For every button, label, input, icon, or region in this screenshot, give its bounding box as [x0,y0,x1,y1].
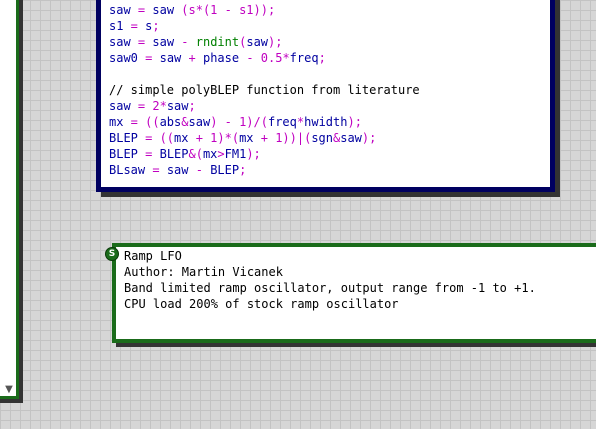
code-token: + 1)*( [188,131,240,145]
comment-line: Author: Martin Vicanek [124,265,283,279]
code-token: BLEP [109,131,138,145]
code-line: ​ [109,66,420,82]
code-token: ); [361,131,377,145]
code-token: phase [202,51,240,65]
code-token: saw [109,99,131,113]
code-token: ); [268,35,283,49]
code-token: = [145,163,167,177]
comment-module[interactable]: Ramp LFO Author: Martin Vicanek Band limit… [112,243,596,343]
code-token: & [181,115,189,129]
comment-line: Band limited ramp oscillator, output ran… [124,281,536,295]
comment-text: Ramp LFO Author: Martin Vicanek Band limit… [124,248,536,312]
code-token: freq [267,115,297,129]
comment-line: CPU load 200% of stock ramp oscillator [124,297,399,311]
code-line: // simple polyBLEP function from literat… [109,82,420,98]
code-token: ) - 1)/( [210,115,268,129]
code-token: mx [239,131,254,145]
code-token: saw [166,99,189,113]
code-token: = [137,51,160,65]
code-token: = 2* [130,99,167,113]
code-token: > [217,147,225,161]
code-token: ); [347,115,362,129]
code-token: + [181,51,203,65]
code-token: mx [174,131,189,145]
code-token: // simple polyBLEP function from literat… [109,83,420,97]
code-module[interactable]: saw = saw (s*(1 - s1)); s1 = s; saw = saw … [96,0,555,192]
code-line: s1 = s; [109,18,420,34]
code-token: hwidth [304,115,348,129]
code-token: BLEP [210,163,240,177]
code-token: sgn [311,131,333,145]
code-token: saw [109,35,131,49]
code-token: abs [159,115,182,129]
code-token: freq [289,51,319,65]
code-token: = [137,147,160,161]
code-token: saw [340,131,362,145]
code-line: BLEP = BLEP&(mx>FM1); [109,146,420,162]
code-token: saw [159,51,182,65]
code-line: BLsaw = saw - BLEP; [109,162,420,178]
code-token: BLEP [159,147,189,161]
s-badge-icon[interactable]: S [105,247,119,261]
code-token: ; [152,19,160,33]
code-token: saw [152,3,175,17]
code-line: mx = ((abs&saw) - 1)/(freq*hwidth); [109,114,420,130]
code-token: rndint [195,35,240,49]
code-token: saw [188,115,211,129]
code-token: &( [188,147,203,161]
code-token: ; [188,99,196,113]
code-token: saw [152,35,175,49]
code-token: - [174,35,196,49]
comment-line: Ramp LFO [124,249,182,263]
code-token: + 1))|( [253,131,312,145]
code-line: BLEP = ((mx + 1)*(mx + 1))|(sgn&saw); [109,130,420,146]
code-token: = (( [123,115,160,129]
code-token: ; [318,51,326,65]
code-token: = [130,35,153,49]
code-token: ; [239,163,247,177]
code-token: saw0 [109,51,138,65]
left-module[interactable] [0,0,19,399]
code-token: mx [202,147,218,161]
code-line: saw = saw - rndint(saw); [109,34,420,50]
code-token: - 0.5* [239,51,290,65]
code-line: saw = 2*saw; [109,98,420,114]
code-line: saw0 = saw + phase - 0.5*freq; [109,50,420,66]
code-token: = (( [137,131,175,145]
code-token: = [123,19,146,33]
code-token: (s*(1 - s1)); [174,3,276,17]
code-token: FM1 [224,147,247,161]
code-token: saw [166,163,189,177]
code-token: mx [109,115,124,129]
code-token: saw [109,3,131,17]
scroll-down-arrow-icon[interactable]: ▼ [4,385,14,395]
code-token: s1 [109,19,124,33]
code-token: = [130,3,153,17]
code-line: saw = saw (s*(1 - s1)); [109,2,420,18]
code-token: saw [246,35,269,49]
code-token: - [188,163,211,177]
code-token: ); [246,147,261,161]
code-editor[interactable]: saw = saw (s*(1 - s1)); s1 = s; saw = saw … [109,2,420,178]
code-token: BLEP [109,147,138,161]
code-token: BLsaw [109,163,146,177]
